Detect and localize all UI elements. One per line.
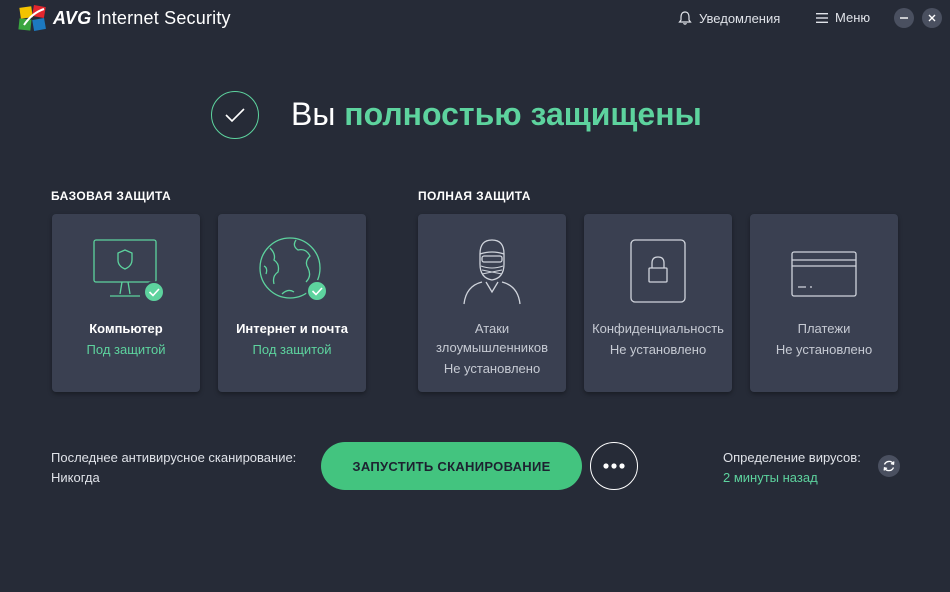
card-computer[interactable]: Компьютер Под защитой bbox=[52, 214, 200, 392]
status-accent: полностью защищены bbox=[344, 96, 702, 132]
menu-button[interactable]: Меню bbox=[815, 10, 870, 25]
more-dots-icon bbox=[603, 463, 625, 469]
close-button[interactable] bbox=[922, 8, 942, 28]
notifications-button[interactable]: Уведомления bbox=[677, 10, 780, 26]
last-scan-value: Никогда bbox=[51, 470, 100, 485]
section-full-label: ПОЛНАЯ ЗАЩИТА bbox=[418, 189, 531, 203]
hamburger-icon bbox=[816, 12, 828, 23]
avg-logo-icon bbox=[18, 5, 46, 31]
status-headline: Вы полностью защищены bbox=[291, 96, 702, 133]
refresh-icon bbox=[883, 460, 895, 472]
card-hacker-attacks[interactable]: Атаки злоумышленников Не установлено bbox=[418, 214, 566, 392]
card-title: Компьютер bbox=[89, 321, 163, 336]
card-internet-mail[interactable]: Интернет и почта Под защитой bbox=[218, 214, 366, 392]
minimize-icon bbox=[900, 17, 908, 19]
phone-lock-icon bbox=[584, 236, 732, 308]
definitions-label: Определение вирусов: bbox=[723, 450, 861, 465]
close-icon bbox=[928, 14, 936, 22]
globe-icon bbox=[218, 236, 366, 308]
last-scan-label: Последнее антивирусное сканирование: bbox=[51, 450, 297, 465]
status-prefix: Вы bbox=[291, 96, 336, 132]
menu-label: Меню bbox=[835, 10, 871, 25]
card-payments[interactable]: Платежи Не установлено bbox=[750, 214, 898, 392]
brand-bold: AVG bbox=[53, 8, 92, 28]
last-scan-info: Последнее антивирусное сканирование: Ник… bbox=[51, 448, 296, 488]
refresh-definitions-button[interactable] bbox=[878, 455, 900, 477]
card-status: Не установлено bbox=[775, 342, 873, 357]
card-status: Под защитой bbox=[86, 342, 166, 357]
card-title: Платежи bbox=[797, 321, 851, 336]
definitions-value: 2 минуты назад bbox=[723, 470, 818, 485]
notifications-label: Уведомления bbox=[699, 10, 781, 26]
virus-definitions-info: Определение вирусов: 2 минуты назад bbox=[723, 448, 861, 488]
card-status: Не установлено bbox=[443, 361, 541, 376]
more-options-button[interactable] bbox=[590, 442, 638, 490]
card-status: Не установлено bbox=[609, 342, 707, 357]
bell-icon bbox=[678, 11, 692, 25]
hacker-icon bbox=[418, 236, 566, 308]
card-privacy[interactable]: Конфиденциальность Не установлено bbox=[584, 214, 732, 392]
brand-product: Internet Security bbox=[96, 8, 231, 28]
card-title: Конфиденциальность bbox=[592, 321, 724, 336]
section-basic-label: БАЗОВАЯ ЗАЩИТА bbox=[51, 189, 172, 203]
card-title: Атаки злоумышленников bbox=[435, 321, 549, 355]
card-status: Под защитой bbox=[252, 342, 332, 357]
monitor-shield-icon bbox=[52, 236, 200, 308]
protected-check-icon bbox=[211, 91, 259, 139]
title-bar: AVG Internet Security Уведомления Меню bbox=[0, 0, 950, 38]
card-title: Интернет и почта bbox=[236, 321, 348, 336]
credit-card-icon bbox=[750, 236, 898, 308]
run-scan-button[interactable]: ЗАПУСТИТЬ СКАНИРОВАНИЕ bbox=[321, 442, 582, 490]
app-title: AVG Internet Security bbox=[53, 8, 231, 29]
minimize-button[interactable] bbox=[894, 8, 914, 28]
